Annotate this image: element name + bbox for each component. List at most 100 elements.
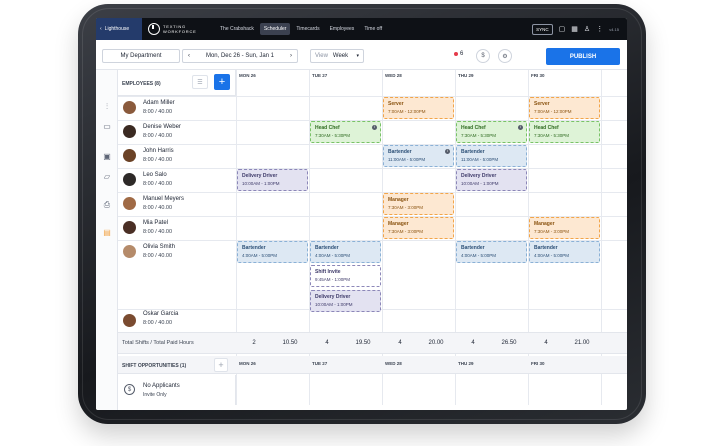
- shift-time: 10:00AM - 1:00PM: [315, 302, 353, 307]
- add-employee-button[interactable]: +: [214, 74, 230, 90]
- sort-button[interactable]: ☰: [192, 75, 208, 89]
- grid-icon[interactable]: ▦: [571, 25, 578, 33]
- grid-line: [118, 309, 627, 310]
- total-hours-wed: 20.00: [428, 340, 444, 346]
- nav-item-timecards[interactable]: Timecards: [292, 23, 323, 35]
- employee-row[interactable]: Adam Miller 8:00 / 40.00: [118, 96, 236, 120]
- schedule-grid: EMPLOYEES (8) ☰ + MON 26 TUE 27 WED 28 T…: [118, 70, 627, 410]
- totals-label: Total Shifts / Total Paid Hours: [122, 340, 194, 346]
- grid-line: [118, 120, 627, 121]
- inbox-icon[interactable]: ▭: [102, 122, 112, 132]
- shift-card[interactable]: Bartender 4:00AM - 5:00PM: [237, 241, 308, 263]
- shift-card[interactable]: Delivery Driver 10:00AM - 1:00PM: [237, 169, 308, 191]
- nav-item-employees[interactable]: Employees: [326, 23, 359, 35]
- shift-card[interactable]: Delivery Driver 10:00AM - 1:00PM: [310, 290, 381, 312]
- date-range-picker[interactable]: ‹ Mon, Dec 26 - Sun, Jan 1 ›: [182, 49, 298, 63]
- total-shifts-wed: 4: [398, 340, 402, 346]
- shift-card[interactable]: Head Chef 7:30AM - 5:30PM i: [456, 121, 527, 143]
- employee-row[interactable]: Mia Patel 8:00 / 40.00: [118, 216, 236, 240]
- view-select[interactable]: View Week ▾: [310, 49, 364, 63]
- next-week-button[interactable]: ›: [290, 53, 292, 59]
- nav-item-time-off[interactable]: Time off: [360, 23, 386, 35]
- schedule-toolbar: My Department ‹ Mon, Dec 26 - Sun, Jan 1…: [96, 40, 627, 70]
- shift-time: 7:30AM - 3:00PM: [388, 205, 424, 210]
- folder-icon[interactable]: ▱: [102, 172, 112, 182]
- employee-name: Leo Salo: [143, 172, 167, 178]
- info-icon[interactable]: i: [518, 125, 523, 130]
- employees-title: EMPLOYEES (8): [122, 81, 161, 87]
- shift-time: 4:00AM - 5:00PM: [534, 253, 570, 258]
- shift-time: 11:00AM - 5:00PM: [388, 157, 426, 162]
- shift-card[interactable]: Manager 7:30AM - 3:00PM: [383, 217, 454, 239]
- employee-row[interactable]: Oskar Garcia 8:00 / 40.00: [118, 309, 236, 333]
- employees-header: EMPLOYEES (8) ☰ +: [118, 70, 236, 96]
- main-nav: The Crabshack Scheduler Timecards Employ…: [216, 23, 386, 35]
- employee-name: Mia Patel: [143, 220, 169, 226]
- shift-role: Bartender: [461, 149, 485, 155]
- prev-week-button[interactable]: ‹: [188, 53, 190, 59]
- filter-icon[interactable]: ⫶: [102, 102, 112, 112]
- shift-card[interactable]: Server 7:00AM - 12:00PM: [529, 97, 600, 119]
- alerts-indicator[interactable]: 6: [454, 51, 463, 57]
- shift-card[interactable]: Manager 7:30AM - 3:00PM: [529, 217, 600, 239]
- publish-button[interactable]: PUBLISH: [546, 48, 620, 65]
- opportunity-row[interactable]: $ No Applicants Invite Only: [118, 375, 236, 405]
- shift-card[interactable]: Delivery Driver 10:00AM - 1:00PM: [456, 169, 527, 191]
- opportunity-title: No Applicants: [143, 383, 180, 389]
- app-screen: ‹ Lighthouse TEXTING WORKFORCE The Crabs…: [96, 18, 627, 410]
- settings-button[interactable]: ⚙: [498, 49, 512, 63]
- tray-icon[interactable]: ▣: [102, 152, 112, 162]
- shift-role: Server: [388, 101, 404, 107]
- employee-name: Oskar Garcia: [143, 311, 179, 317]
- avatar: [123, 125, 136, 138]
- shift-card[interactable]: Bartender 4:00AM - 5:00PM: [456, 241, 527, 263]
- shift-card[interactable]: Head Chef 7:30AM - 5:30PM i: [310, 121, 381, 143]
- shift-card[interactable]: Bartender 11:00AM - 5:00PM i: [383, 145, 454, 167]
- opp-day-mon: MON 26: [239, 361, 256, 366]
- top-bar: ‹ Lighthouse TEXTING WORKFORCE The Crabs…: [96, 18, 627, 40]
- shift-card[interactable]: Bartender 4:00AM - 5:00PM: [529, 241, 600, 263]
- logo-icon: [148, 23, 160, 35]
- shift-time: 9:45AM - 1:00PM: [315, 277, 351, 282]
- employee-hours: 8:00 / 40.00: [143, 320, 173, 326]
- shift-card[interactable]: Server 7:00AM - 12:00PM: [383, 97, 454, 119]
- shift-card[interactable]: Head Chef 7:30AM - 5:30PM: [529, 121, 600, 143]
- shift-card[interactable]: Bartender 4:00AM - 5:00PM: [310, 241, 381, 263]
- employee-row[interactable]: Denise Weber 8:00 / 40.00: [118, 120, 236, 144]
- nav-item-scheduler[interactable]: Scheduler: [259, 23, 291, 35]
- notes-icon[interactable]: ▤: [102, 228, 112, 238]
- employee-row[interactable]: Manuel Meyers 8:00 / 40.00: [118, 192, 236, 216]
- total-hours-tue: 19.50: [355, 340, 371, 346]
- shift-card[interactable]: Bartender 11:00AM - 5:00PM: [456, 145, 527, 167]
- shift-card[interactable]: Manager 7:30AM - 3:00PM: [383, 193, 454, 215]
- grid-line: [601, 70, 602, 405]
- avatar: [123, 173, 136, 186]
- nav-item-crabshack[interactable]: The Crabshack: [216, 23, 258, 35]
- department-select[interactable]: My Department: [102, 49, 180, 63]
- chat-icon[interactable]: ▢: [559, 25, 566, 33]
- alert-dot-icon: [454, 52, 458, 56]
- sync-button[interactable]: SYNC: [532, 23, 553, 35]
- location-switcher[interactable]: ‹ Lighthouse: [96, 18, 142, 40]
- chevron-down-icon: ▾: [356, 53, 359, 59]
- print-icon[interactable]: ⎙: [102, 200, 112, 210]
- cost-button[interactable]: $: [476, 49, 490, 63]
- employee-row[interactable]: Olivia Smith 8:00 / 40.00: [118, 240, 236, 264]
- info-icon[interactable]: i: [372, 125, 377, 130]
- employee-row[interactable]: Leo Salo 8:00 / 40.00: [118, 168, 236, 192]
- day-header-thu: THU 29: [458, 73, 474, 78]
- user-icon[interactable]: ♙: [584, 25, 590, 33]
- more-icon[interactable]: ⋮: [596, 25, 603, 33]
- totals-row: Total Shifts / Total Paid Hours 2 10.50 …: [118, 332, 627, 354]
- grid-line: [118, 192, 627, 193]
- info-icon[interactable]: i: [445, 149, 450, 154]
- shift-time: 7:00AM - 12:00PM: [388, 109, 426, 114]
- employee-row[interactable]: John Harris 8:00 / 40.00: [118, 144, 236, 168]
- add-opportunity-button[interactable]: +: [214, 358, 228, 372]
- gear-icon: ⚙: [502, 53, 508, 60]
- view-value: Week: [332, 53, 349, 59]
- day-header-wed: WED 28: [385, 73, 402, 78]
- shift-invite-card[interactable]: Shift Invite 9:45AM - 1:00PM: [310, 265, 381, 287]
- avatar: [123, 149, 136, 162]
- shift-time: 7:30AM - 5:30PM: [461, 133, 497, 138]
